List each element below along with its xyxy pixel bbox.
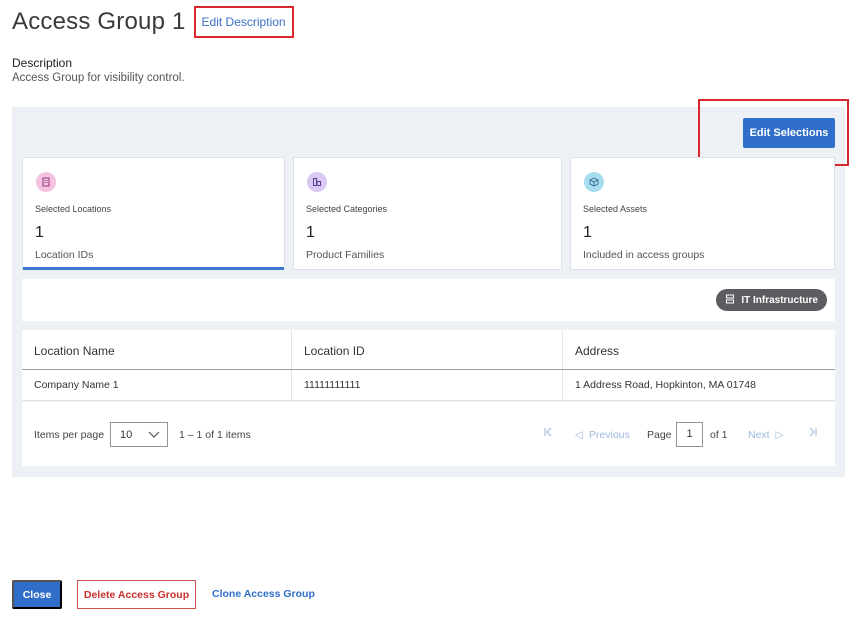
card-count: 1	[583, 224, 592, 241]
items-range: 1 – 1 of 1 items	[179, 429, 251, 441]
card-label: Selected Assets	[583, 204, 648, 214]
category-icon	[307, 172, 327, 192]
card-sub: Included in access groups	[583, 249, 705, 261]
chip-label: IT Infrastructure	[741, 294, 818, 306]
card-selected-assets[interactable]: Selected Assets 1 Included in access gro…	[570, 157, 835, 270]
page-number-input[interactable]: 1	[676, 422, 703, 447]
building-icon	[36, 172, 56, 192]
card-selected-locations[interactable]: Selected Locations 1 Location IDs	[22, 157, 285, 270]
card-label: Selected Locations	[35, 204, 112, 214]
close-button[interactable]: Close	[12, 580, 62, 609]
locations-table: Location Name Location ID Address Compan…	[22, 330, 835, 401]
chevron-down-icon	[147, 427, 161, 444]
column-header-location-id[interactable]: Location ID	[292, 330, 563, 369]
card-count: 1	[35, 224, 44, 241]
items-per-page-label: Items per page	[34, 429, 105, 441]
chevron-right-icon: ▷	[775, 429, 784, 441]
edit-selections-button[interactable]: Edit Selections	[743, 118, 835, 148]
card-sub: Product Families	[306, 249, 385, 261]
previous-label: Previous	[588, 429, 630, 441]
card-count: 1	[306, 224, 315, 241]
clone-access-group-link[interactable]: Clone Access Group	[212, 588, 315, 600]
server-icon	[725, 294, 735, 307]
cube-icon	[584, 172, 604, 192]
table-row[interactable]: Company Name 1 11111111111 1 Address Roa…	[22, 370, 835, 401]
column-header-location-name[interactable]: Location Name	[22, 330, 292, 369]
card-selected-categories[interactable]: Selected Categories 1 Product Families	[293, 157, 562, 270]
page-title: Access Group 1	[12, 8, 186, 35]
next-page-button[interactable]: Next ▷	[748, 429, 784, 441]
delete-access-group-button[interactable]: Delete Access Group	[77, 580, 196, 609]
items-per-page-value: 10	[120, 429, 133, 441]
cell-address: 1 Address Road, Hopkinton, MA 01748	[575, 379, 756, 391]
previous-page-button[interactable]: ◁ Previous	[575, 429, 630, 441]
table-header: Location Name Location ID Address	[22, 330, 835, 370]
cell-location-id: 11111111111	[292, 370, 563, 400]
it-infrastructure-chip[interactable]: IT Infrastructure	[716, 289, 827, 311]
cell-location-name: Company Name 1	[22, 370, 292, 400]
first-page-icon[interactable]	[542, 426, 554, 441]
column-header-address[interactable]: Address	[563, 330, 835, 369]
last-page-icon[interactable]	[807, 426, 819, 441]
title-row: Access Group 1 Edit Description	[12, 6, 294, 38]
chevron-left-icon: ◁	[575, 429, 584, 441]
items-per-page-select[interactable]: 10	[110, 422, 168, 447]
description-label: Description	[12, 56, 73, 70]
page-of-label: of 1	[710, 429, 728, 441]
next-label: Next	[748, 429, 770, 441]
filter-chip-bar: IT Infrastructure	[22, 279, 835, 321]
edit-description-link[interactable]: Edit Description	[193, 6, 294, 38]
description-text: Access Group for visibility control.	[12, 72, 185, 84]
pagination-bar: Items per page 10 1 – 1 of 1 items ◁ Pre…	[22, 402, 835, 466]
card-label: Selected Categories	[306, 204, 388, 214]
card-sub: Location IDs	[35, 249, 94, 261]
page-label: Page	[647, 429, 672, 441]
